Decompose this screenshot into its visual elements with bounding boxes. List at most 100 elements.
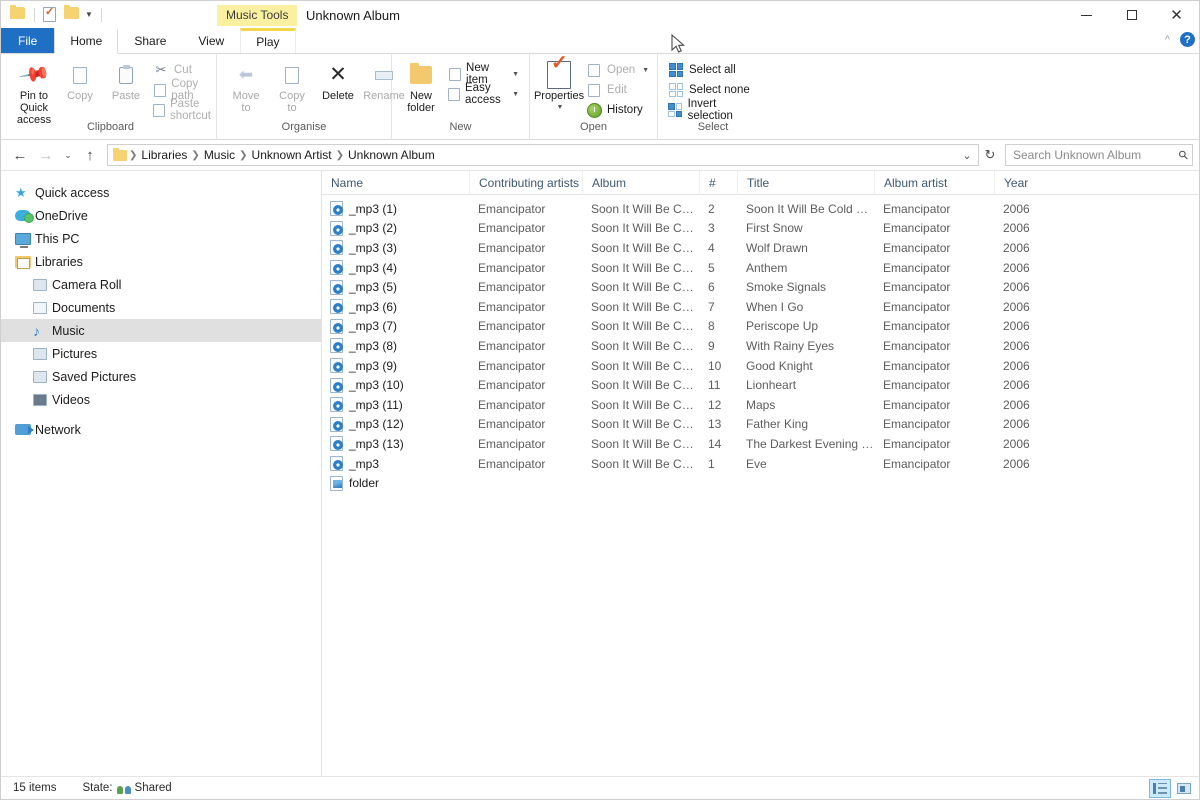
tab-view[interactable]: View — [182, 28, 240, 53]
open-button[interactable]: Open ▼ — [582, 60, 653, 80]
sidebar-item-videos[interactable]: Videos — [1, 388, 321, 411]
file-album-cell: Soon It Will Be Cold... — [582, 457, 699, 471]
file-album-artist-cell: Emancipator — [874, 359, 994, 373]
maximize-button[interactable] — [1109, 1, 1154, 29]
table-row[interactable]: _mp3 (6)EmancipatorSoon It Will Be Cold.… — [322, 297, 1199, 317]
help-icon[interactable]: ? — [1180, 32, 1195, 47]
qat-customize-caret-icon[interactable]: ▼ — [85, 11, 93, 19]
easy-access-caret-icon[interactable]: ▼ — [512, 91, 519, 98]
file-list-pane: Name Contributing artists Album # Title … — [322, 171, 1199, 791]
tab-home[interactable]: Home — [54, 29, 118, 54]
file-year-cell: 2006 — [994, 202, 1054, 216]
new-item-caret-icon[interactable]: ▼ — [512, 71, 519, 78]
paste-button[interactable]: Paste — [103, 58, 149, 104]
table-row[interactable]: _mp3EmancipatorSoon It Will Be Cold...1E… — [322, 454, 1199, 474]
column-header-contributing-artists[interactable]: Contributing artists — [469, 171, 582, 195]
sidebar-item-pictures[interactable]: Pictures — [1, 342, 321, 365]
details-view-button[interactable] — [1149, 779, 1171, 798]
sidebar-item-camera-roll[interactable]: Camera Roll — [1, 273, 321, 296]
table-row[interactable]: _mp3 (11)EmancipatorSoon It Will Be Cold… — [322, 395, 1199, 415]
table-row[interactable]: _mp3 (9)EmancipatorSoon It Will Be Cold.… — [322, 356, 1199, 376]
pin-to-quick-access-button[interactable]: 📌 Pin to Quick access — [11, 58, 57, 128]
file-year-cell: 2006 — [994, 319, 1054, 333]
invert-selection-button[interactable]: Invert selection — [664, 100, 762, 120]
qat-new-folder-icon[interactable] — [64, 7, 80, 23]
column-header-album[interactable]: Album — [582, 171, 699, 195]
sidebar-item-quick-access[interactable]: ★ Quick access — [1, 181, 321, 204]
qat-folder-icon[interactable] — [10, 7, 26, 23]
search-input[interactable] — [1013, 148, 1179, 162]
column-header-year[interactable]: Year — [994, 171, 1054, 195]
column-header-track-number[interactable]: # — [699, 171, 737, 195]
easy-access-button[interactable]: Easy access ▼ — [444, 84, 523, 104]
address-dropdown-icon[interactable]: ⌄ — [958, 149, 976, 162]
file-num-cell: 8 — [699, 319, 737, 333]
tab-file[interactable]: File — [1, 28, 54, 53]
refresh-button[interactable]: ↻ — [979, 142, 1001, 168]
breadcrumb-separator-1[interactable]: ❯ — [191, 150, 199, 161]
breadcrumb-separator-2[interactable]: ❯ — [239, 150, 247, 161]
column-header-album-artist[interactable]: Album artist — [874, 171, 994, 195]
copy-button[interactable]: Copy — [57, 58, 103, 104]
history-button[interactable]: History — [582, 100, 653, 120]
table-row[interactable]: _mp3 (1)EmancipatorSoon It Will Be Cold.… — [322, 199, 1199, 219]
sidebar-item-documents[interactable]: Documents — [1, 296, 321, 319]
select-all-button[interactable]: Select all — [664, 60, 762, 80]
breadcrumb-music[interactable]: Music — [200, 148, 239, 162]
table-row[interactable]: _mp3 (4)EmancipatorSoon It Will Be Cold.… — [322, 258, 1199, 278]
breadcrumb-unknown-artist[interactable]: Unknown Artist — [248, 148, 336, 162]
copy-to-button[interactable]: Copy to — [269, 58, 315, 116]
breadcrumb-libraries[interactable]: Libraries — [137, 148, 191, 162]
table-row[interactable]: _mp3 (5)EmancipatorSoon It Will Be Cold.… — [322, 277, 1199, 297]
tab-play[interactable]: Play — [240, 28, 295, 53]
close-button[interactable]: ✕ — [1154, 1, 1199, 29]
tab-share[interactable]: Share — [118, 28, 182, 53]
qat-properties-icon[interactable] — [43, 7, 59, 23]
file-num-cell: 9 — [699, 339, 737, 353]
sidebar-item-onedrive[interactable]: OneDrive — [1, 204, 321, 227]
table-row[interactable]: _mp3 (8)EmancipatorSoon It Will Be Cold.… — [322, 336, 1199, 356]
up-button[interactable]: ↑ — [77, 142, 103, 168]
edit-button[interactable]: Edit — [582, 80, 653, 100]
sidebar-item-this-pc[interactable]: This PC — [1, 227, 321, 250]
cut-button[interactable]: ✂ Cut — [149, 60, 219, 80]
table-row[interactable]: _mp3 (10)EmancipatorSoon It Will Be Cold… — [322, 375, 1199, 395]
properties-button[interactable]: Properties ▼ — [536, 58, 582, 116]
minimize-button[interactable] — [1064, 1, 1109, 29]
sidebar-item-music[interactable]: ♪ Music — [1, 319, 321, 342]
select-none-button[interactable]: Select none — [664, 80, 762, 100]
mp3-file-icon — [330, 378, 343, 393]
breadcrumb-unknown-album[interactable]: Unknown Album — [344, 148, 439, 162]
table-row[interactable]: _mp3 (12)EmancipatorSoon It Will Be Cold… — [322, 415, 1199, 435]
column-headers: Name Contributing artists Album # Title … — [322, 171, 1199, 195]
properties-caret-icon[interactable]: ▼ — [557, 102, 564, 114]
breadcrumb-bar[interactable]: ❯ Libraries ❯ Music ❯ Unknown Artist ❯ U… — [107, 144, 979, 166]
sidebar-item-libraries[interactable]: Libraries — [1, 250, 321, 273]
move-to-button[interactable]: ⬅ Move to — [223, 58, 269, 116]
collapse-ribbon-icon[interactable]: ^ — [1165, 34, 1170, 46]
table-row[interactable]: _mp3 (7)EmancipatorSoon It Will Be Cold.… — [322, 317, 1199, 337]
table-row[interactable]: _mp3 (3)EmancipatorSoon It Will Be Cold.… — [322, 238, 1199, 258]
table-row[interactable]: _mp3 (13)EmancipatorSoon It Will Be Cold… — [322, 434, 1199, 454]
search-box[interactable]: ⚲ — [1005, 144, 1193, 166]
large-icons-view-button[interactable] — [1173, 779, 1195, 798]
sidebar-item-network[interactable]: Network — [1, 418, 321, 441]
table-row[interactable]: folder — [322, 473, 1199, 493]
copy-path-button[interactable]: Copy path — [149, 80, 219, 100]
file-year-cell: 2006 — [994, 417, 1054, 431]
forward-button[interactable]: → — [33, 142, 59, 168]
column-header-title[interactable]: Title — [737, 171, 874, 195]
back-button[interactable]: ← — [7, 142, 33, 168]
paste-shortcut-button[interactable]: Paste shortcut — [149, 100, 219, 120]
new-folder-button[interactable]: New folder — [398, 58, 444, 116]
breadcrumb-separator-3[interactable]: ❯ — [336, 150, 344, 161]
file-album-cell: Soon It Will Be Cold... — [582, 417, 699, 431]
new-item-button[interactable]: New item ▼ — [444, 64, 523, 84]
recent-locations-button[interactable]: ⌄ — [59, 142, 77, 168]
delete-button[interactable]: ✕ Delete — [315, 58, 361, 104]
sidebar-item-saved-pictures[interactable]: Saved Pictures — [1, 365, 321, 388]
open-caret-icon[interactable]: ▼ — [642, 67, 649, 74]
table-row[interactable]: _mp3 (2)EmancipatorSoon It Will Be Cold.… — [322, 219, 1199, 239]
column-header-name[interactable]: Name — [322, 171, 469, 195]
sidebar-label-saved-pictures: Saved Pictures — [52, 370, 136, 384]
